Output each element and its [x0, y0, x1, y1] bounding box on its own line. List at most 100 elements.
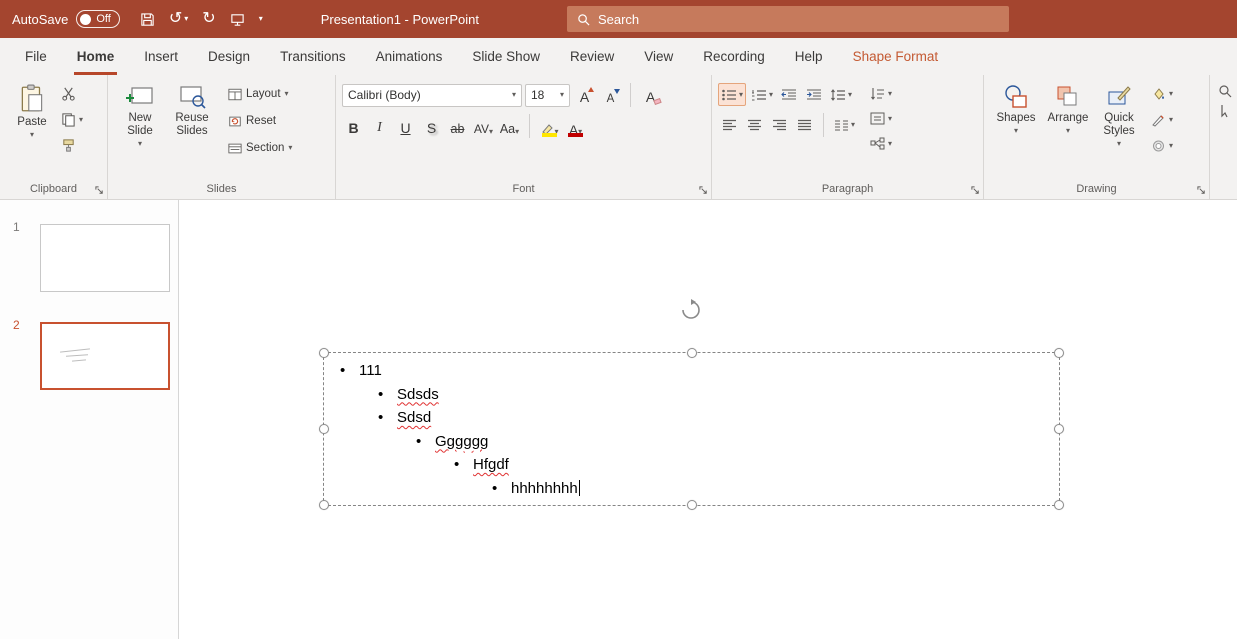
line-text: Sdsd [397, 409, 432, 426]
tab-shape-format[interactable]: Shape Format [838, 38, 954, 75]
align-text-button[interactable]: ▾ [867, 107, 895, 130]
layout-button[interactable]: Layout ▾ [224, 82, 296, 106]
customize-quick-access-button[interactable]: ▾ [259, 15, 263, 23]
shape-outline-button[interactable]: ▾ [1148, 108, 1176, 131]
start-from-beginning-button[interactable] [230, 12, 245, 27]
bold-button[interactable]: B [342, 115, 365, 138]
find-icon-partial[interactable] [1216, 84, 1237, 98]
paragraph-dialog-launcher[interactable] [971, 186, 980, 195]
tab-review[interactable]: Review [555, 38, 629, 75]
resize-handle-w[interactable] [319, 424, 329, 434]
decrease-indent-button[interactable] [778, 83, 800, 106]
bullet-marker: • [492, 479, 498, 497]
convert-to-smartart-button[interactable]: ▾ [867, 132, 895, 155]
tab-file[interactable]: File [10, 38, 62, 75]
bullet-marker: • [378, 385, 384, 403]
redo-button[interactable]: ↻ [202, 11, 215, 27]
align-text-icon [870, 112, 885, 125]
line-text: Hfgdf [473, 456, 509, 473]
tab-home[interactable]: Home [62, 38, 130, 75]
cut-button[interactable] [58, 82, 86, 105]
resize-handle-ne[interactable] [1054, 348, 1064, 358]
slide-canvas[interactable]: • 111 • Sdsds • Sdsd • Gggggg • Hfgdf • … [179, 200, 1237, 639]
divider [823, 113, 824, 137]
text-highlight-color-button[interactable]: ▾ [538, 115, 561, 138]
font-size-combo[interactable]: 18 ▾ [525, 83, 570, 107]
increase-font-size-button[interactable]: A [573, 84, 596, 107]
format-painter-button[interactable] [58, 134, 86, 157]
bullet-marker: • [416, 432, 422, 450]
line-spacing-icon [831, 88, 846, 101]
resize-handle-s[interactable] [686, 500, 697, 510]
columns-button[interactable]: ▾ [832, 114, 857, 137]
autosave-control[interactable]: AutoSave Off [12, 10, 120, 28]
decrease-font-size-button[interactable]: A [599, 84, 622, 107]
tab-insert[interactable]: Insert [129, 38, 193, 75]
resize-handle-sw[interactable] [319, 500, 329, 510]
align-right-button[interactable] [768, 114, 790, 137]
arrange-button[interactable]: Arrange ▾ [1042, 80, 1094, 135]
font-color-button[interactable]: A ▾ [564, 115, 587, 138]
align-left-button[interactable] [718, 114, 740, 137]
slide-2-thumbnail[interactable] [40, 322, 170, 390]
clear-formatting-button[interactable]: A [639, 84, 662, 107]
underline-button[interactable]: U [394, 115, 417, 138]
resize-handle-n[interactable] [686, 348, 697, 358]
align-right-icon [772, 119, 786, 130]
font-size-chevron-icon: ▾ [559, 90, 564, 99]
slides-group-label: Slides [206, 182, 237, 195]
reset-icon [229, 116, 241, 126]
dialog-launcher-icon [1197, 186, 1205, 194]
search-box[interactable]: Search [566, 6, 1009, 32]
reuse-slides-button[interactable]: Reuse Slides [166, 80, 218, 138]
shape-effects-button[interactable]: ▾ [1148, 134, 1176, 157]
section-button[interactable]: Section ▾ [224, 136, 296, 160]
justify-button[interactable] [793, 114, 815, 137]
resize-handle-e[interactable] [1054, 424, 1064, 434]
reset-button[interactable]: Reset [224, 109, 296, 133]
drawing-dialog-launcher[interactable] [1197, 186, 1206, 195]
align-center-button[interactable] [743, 114, 765, 137]
tab-animations[interactable]: Animations [361, 38, 458, 75]
font-dialog-launcher[interactable] [699, 186, 708, 195]
undo-button[interactable]: ↺ ▾ [169, 11, 188, 27]
selected-text-box[interactable]: • 111 • Sdsds • Sdsd • Gggggg • Hfgdf • … [319, 348, 1064, 510]
bullets-button[interactable]: ▾ [718, 83, 747, 106]
slide-thumbnail-panel[interactable]: 1 2 [0, 200, 179, 639]
resize-handle-se[interactable] [1054, 500, 1064, 510]
text-shadow-button[interactable]: S [420, 115, 443, 138]
resize-handle-nw[interactable] [319, 348, 329, 358]
tab-recording[interactable]: Recording [688, 38, 780, 75]
line-spacing-button[interactable]: ▾ [828, 83, 854, 106]
save-button[interactable] [140, 12, 155, 27]
rotate-handle[interactable] [679, 298, 703, 322]
quick-styles-button[interactable]: Quick Styles ▾ [1094, 80, 1144, 148]
tab-help[interactable]: Help [780, 38, 838, 75]
increase-indent-button[interactable] [803, 83, 825, 106]
tab-design[interactable]: Design [193, 38, 265, 75]
tab-slide-show[interactable]: Slide Show [457, 38, 555, 75]
character-spacing-button[interactable]: AV ▾ [472, 115, 495, 138]
numbering-button[interactable]: ▾ [749, 83, 775, 106]
new-slide-button[interactable]: New Slide ▾ [114, 80, 166, 148]
strikethrough-button[interactable]: ab [446, 115, 469, 138]
font-name-combo[interactable]: Calibri (Body) ▾ [342, 83, 522, 107]
autosave-toggle[interactable]: Off [76, 10, 120, 28]
change-case-button[interactable]: Aa ▾ [498, 115, 521, 138]
tab-transitions[interactable]: Transitions [265, 38, 361, 75]
italic-button[interactable]: I [368, 115, 391, 138]
shape-fill-button[interactable]: ▾ [1148, 82, 1176, 105]
slide-1-thumbnail[interactable] [40, 224, 170, 292]
title-bar: AutoSave Off ↺ ▾ ↻ ▾ Presentation1 - Pow… [0, 0, 1237, 38]
quick-styles-label: Quick Styles [1103, 112, 1135, 137]
copy-chevron-icon: ▾ [79, 114, 84, 124]
arrange-icon [1057, 86, 1077, 106]
paste-button[interactable]: Paste ▾ [6, 80, 58, 139]
text-direction-button[interactable]: ▾ [867, 82, 895, 105]
select-icon-partial[interactable] [1216, 104, 1237, 118]
text-box-content[interactable]: • 111 • Sdsds • Sdsd • Gggggg • Hfgdf • … [324, 353, 1059, 500]
copy-button[interactable]: ▾ [58, 108, 86, 131]
shapes-button[interactable]: Shapes ▾ [990, 80, 1042, 135]
clipboard-dialog-launcher[interactable] [95, 186, 104, 195]
tab-view[interactable]: View [629, 38, 688, 75]
